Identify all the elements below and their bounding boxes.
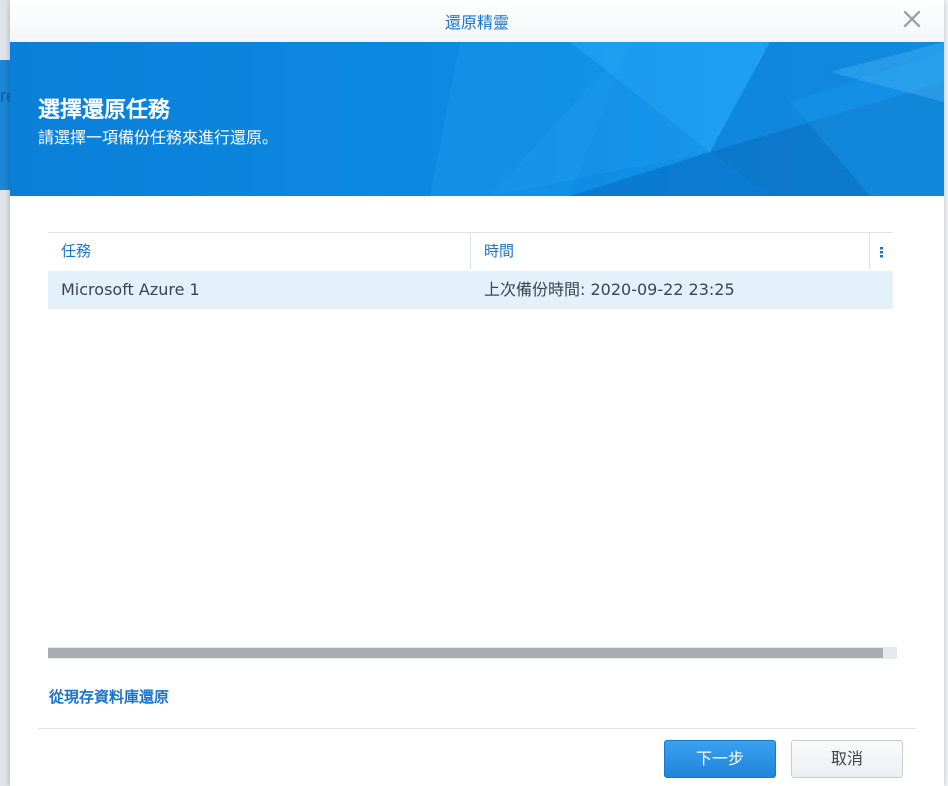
wizard-banner: 選擇還原任務 請選擇一項備份任務來進行還原。 — [10, 42, 944, 196]
cell-task-name: Microsoft Azure 1 — [61, 280, 200, 299]
grid-header: 任務 時間 — [48, 232, 893, 271]
footer-divider — [38, 728, 916, 729]
next-button[interactable]: 下一步 — [664, 740, 776, 778]
restore-wizard-dialog: 還原精靈 選擇還原任務 請選擇一項備份任務來進行還原。 任務 時間 Micros… — [10, 0, 944, 786]
background-window-edge — [944, 0, 948, 786]
cancel-button[interactable]: 取消 — [791, 740, 903, 778]
restore-from-existing-database-link[interactable]: 從現存資料庫還原 — [49, 686, 169, 707]
background-window-sliver — [0, 60, 10, 190]
task-grid: 任務 時間 Microsoft Azure 1 上次備份時間: 2020-09-… — [48, 232, 893, 309]
dialog-titlebar[interactable]: 還原精靈 — [10, 0, 944, 43]
banner-subheading: 請選擇一項備份任務來進行還原。 — [38, 128, 279, 147]
table-row[interactable]: Microsoft Azure 1 上次備份時間: 2020-09-22 23:… — [48, 271, 893, 309]
scrollbar-thumb[interactable] — [48, 648, 883, 658]
dialog-title: 還原精靈 — [444, 13, 509, 32]
horizontal-scrollbar[interactable] — [48, 647, 897, 659]
close-icon — [903, 10, 921, 28]
close-button[interactable] — [900, 7, 924, 31]
column-header-task[interactable]: 任務 — [48, 233, 471, 270]
vertical-dots-icon — [880, 247, 883, 258]
column-header-time[interactable]: 時間 — [471, 233, 870, 270]
banner-heading: 選擇還原任務 — [38, 98, 171, 123]
cell-last-backup-time: 上次備份時間: 2020-09-22 23:25 — [484, 280, 735, 299]
column-menu-button[interactable] — [870, 233, 893, 270]
